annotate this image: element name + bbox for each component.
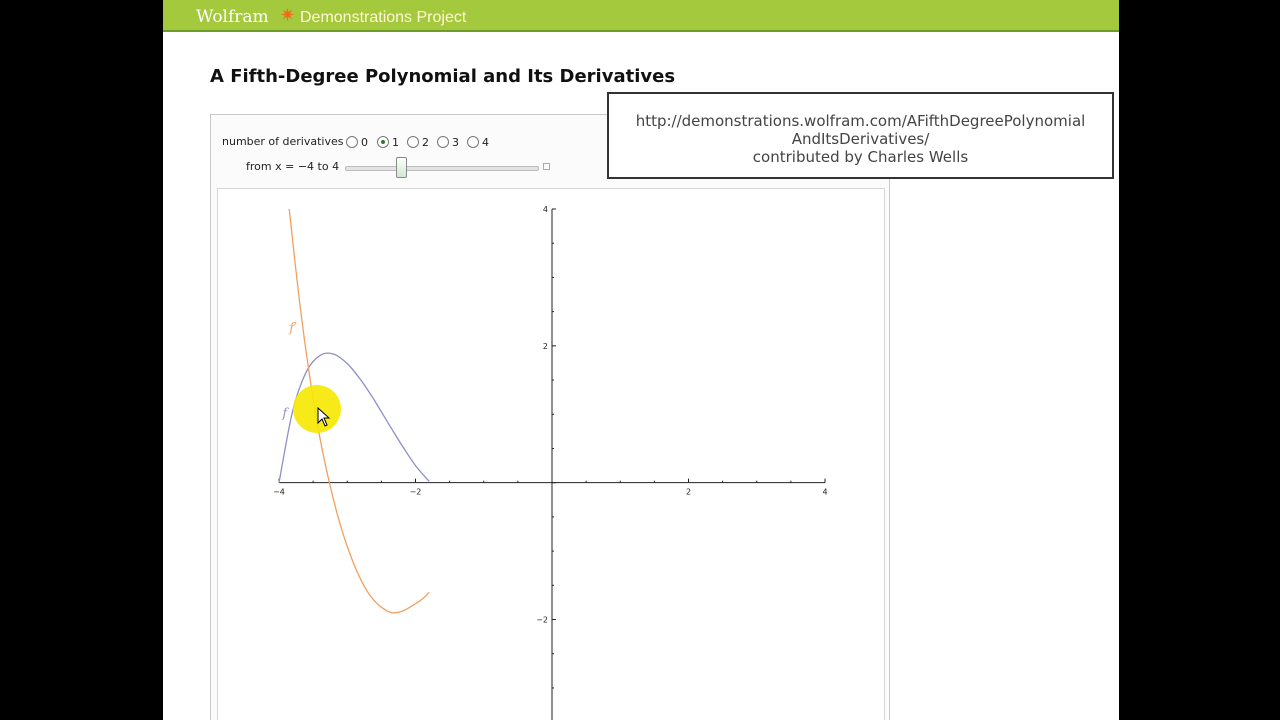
range-slider-track[interactable]: [345, 166, 539, 171]
radio-label-4: 4: [482, 136, 489, 149]
brand-demonstrations[interactable]: Demonstrations Project: [300, 9, 466, 27]
contributor-line: contributed by Charles Wells: [752, 148, 969, 166]
x-tick-label: −2: [410, 488, 422, 497]
x-tick-label: 2: [686, 488, 691, 497]
radio-derivatives-1[interactable]: [377, 136, 389, 148]
curve-label: f: [281, 407, 289, 422]
radio-derivatives-3[interactable]: [437, 136, 449, 148]
y-tick-label: 4: [543, 205, 548, 214]
radio-label-1: 1: [392, 136, 399, 149]
radio-derivatives-2[interactable]: [407, 136, 419, 148]
brand-wolfram[interactable]: Wolfram: [196, 7, 269, 27]
wolfram-banner: Wolfram ✷ Demonstrations Project: [163, 0, 1119, 32]
x-tick-label: −4: [273, 488, 285, 497]
url-line-2[interactable]: AndItsDerivatives/: [609, 130, 1112, 148]
page-title: A Fifth-Degree Polynomial and Its Deriva…: [210, 66, 676, 87]
x-tick-label: 4: [822, 488, 827, 497]
spikey-icon: ✷: [280, 5, 296, 26]
range-label: from x = −4 to 4: [246, 160, 340, 173]
range-slider-thumb[interactable]: [395, 157, 407, 178]
radio-label-3: 3: [452, 136, 459, 149]
url-overlay: http://demonstrations.wolfram.com/AFifth…: [607, 92, 1114, 179]
curve-label: f′: [288, 321, 297, 336]
y-tick-label: −2: [536, 616, 548, 625]
radio-derivatives-0[interactable]: [346, 136, 358, 148]
polynomial-plot: −4 −2 2 4 4 2 −2 f′ f: [273, 205, 828, 720]
plot-frame: −4 −2 2 4 4 2 −2 f′ f: [217, 188, 885, 720]
y-tick-label: 2: [543, 342, 548, 351]
slider-expand-icon[interactable]: [543, 163, 550, 170]
radio-derivatives-4[interactable]: [467, 136, 479, 148]
derivatives-label: number of derivatives: [222, 135, 344, 148]
url-line-1[interactable]: http://demonstrations.wolfram.com/AFifth…: [609, 112, 1112, 130]
mouse-cursor-icon: [317, 407, 331, 427]
radio-label-0: 0: [361, 136, 368, 149]
radio-label-2: 2: [422, 136, 429, 149]
